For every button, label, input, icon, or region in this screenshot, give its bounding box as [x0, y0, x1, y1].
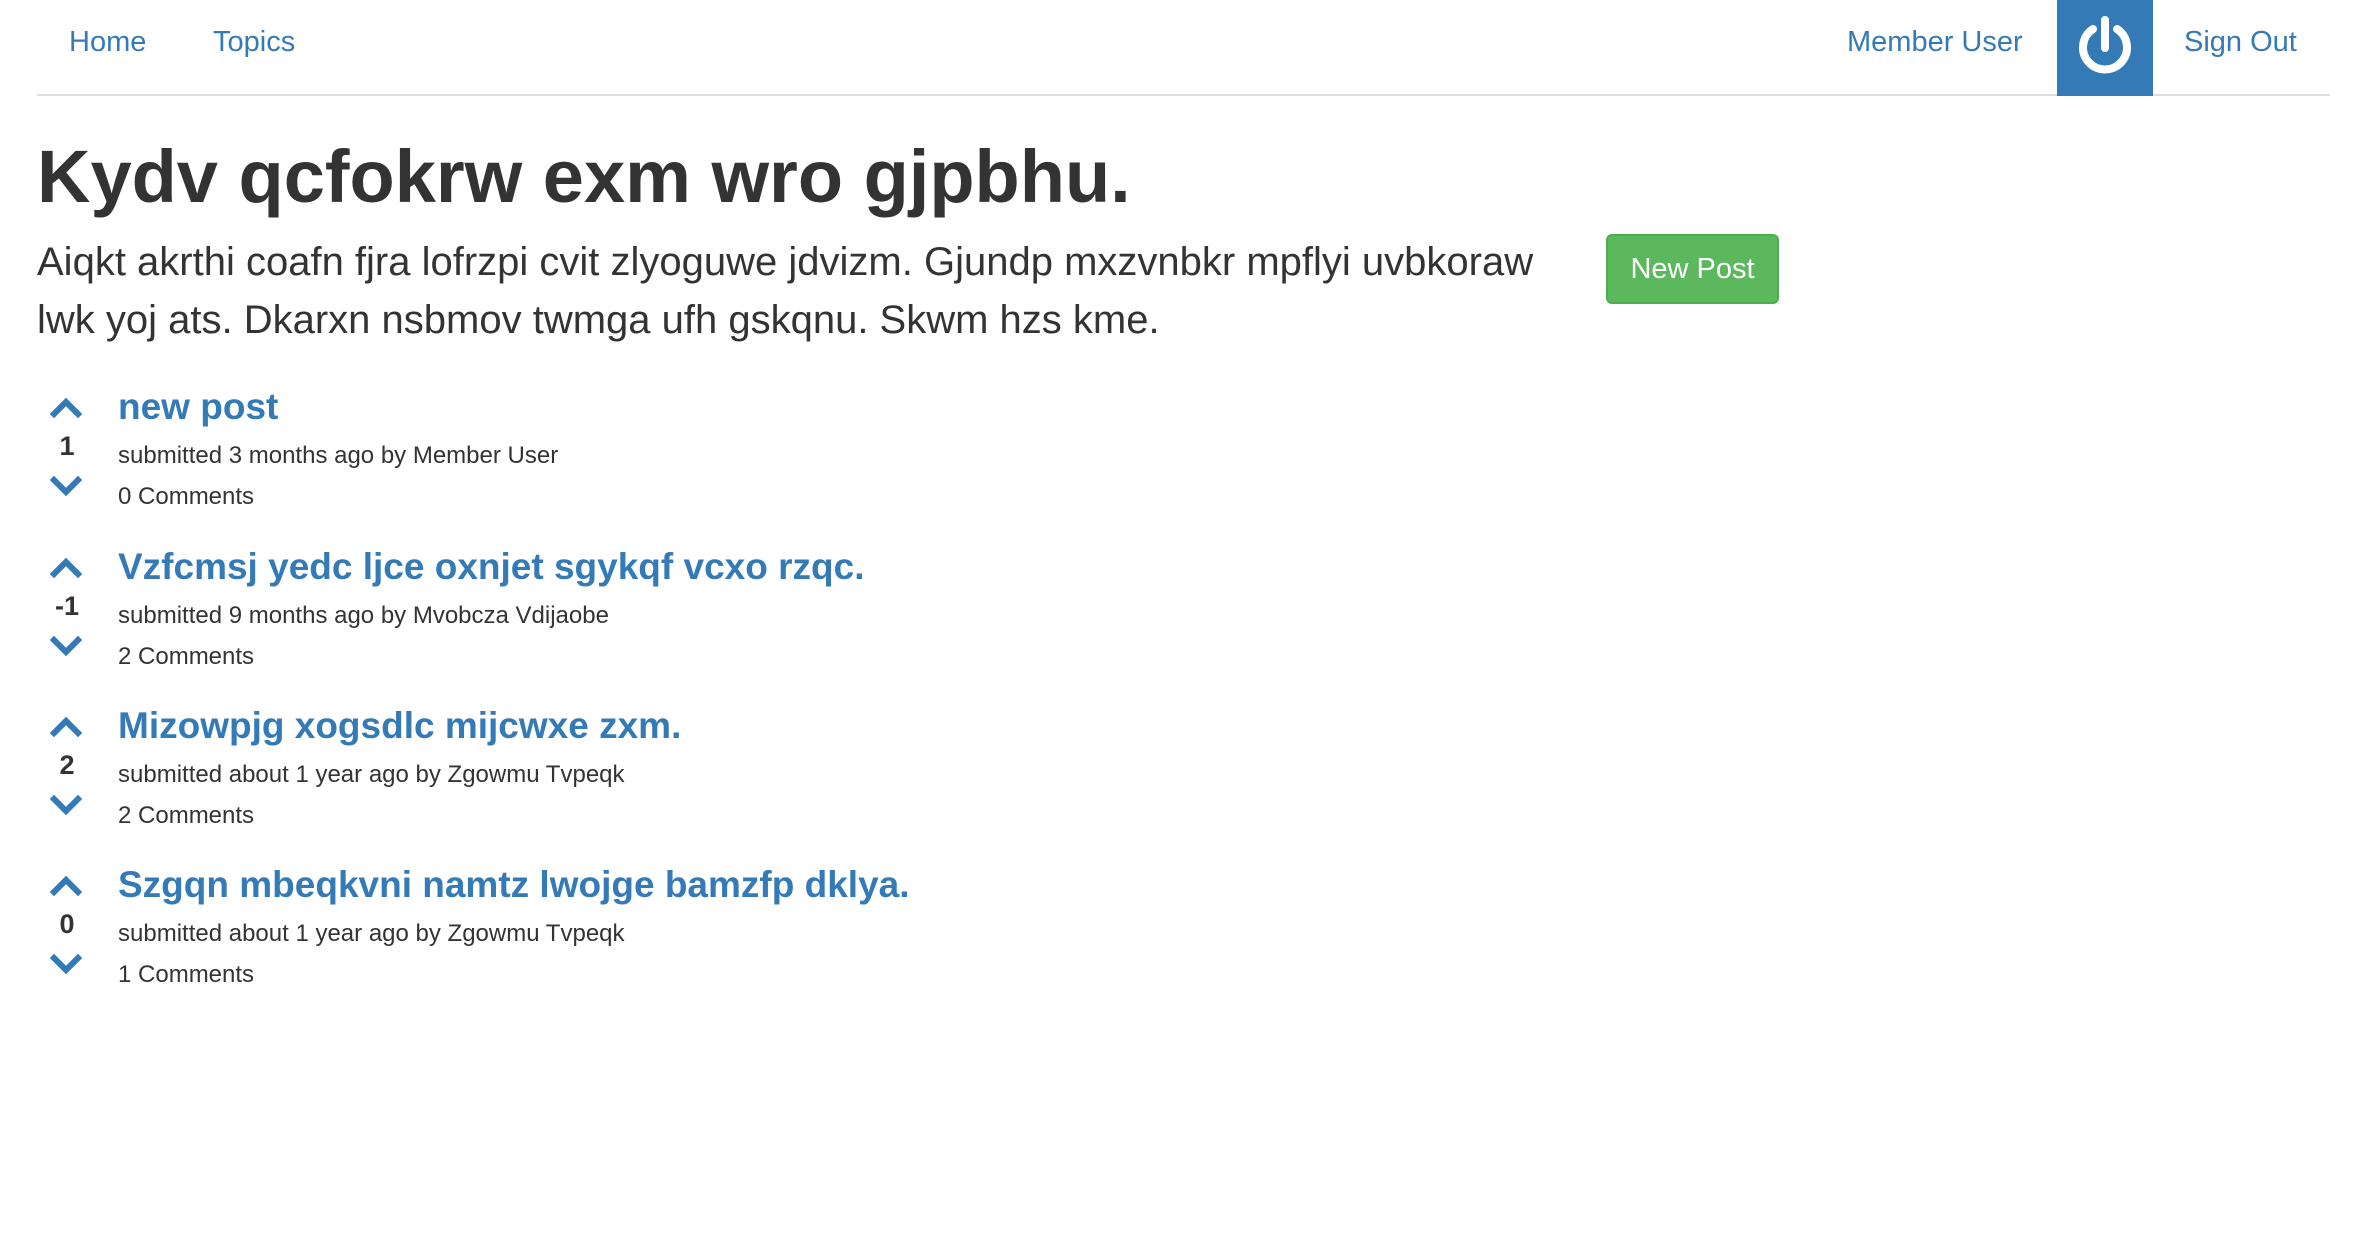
post-title-link[interactable]: Vzfcmsj yedc ljce oxnjet sgykqf vcxo rzq…: [118, 543, 864, 591]
post-item: -1 Vzfcmsj yedc ljce oxnjet sgykqf vcxo …: [37, 543, 1837, 693]
nav-user-link[interactable]: Member User: [1847, 0, 2023, 84]
post-title-link[interactable]: Mizowpjg xogsdlc mijcwxe zxm.: [118, 702, 681, 750]
post-comments-link[interactable]: 0 Comments: [118, 479, 254, 515]
new-post-button[interactable]: New Post: [1606, 234, 1779, 304]
downvote-chevron-icon[interactable]: [50, 953, 82, 977]
nav-home-link[interactable]: Home: [69, 0, 146, 84]
vote-score: 1: [59, 431, 75, 461]
post-meta: submitted about 1 year ago by Zgowmu Tvp…: [118, 920, 625, 947]
vote-score: -1: [54, 591, 79, 621]
post-title-link[interactable]: new post: [118, 383, 278, 431]
topic-description: Aiqkt akrthi coafn fjra lofrzpi cvit zly…: [37, 240, 1534, 342]
upvote-chevron-icon[interactable]: [50, 555, 82, 579]
post-item: 0 Szgqn mbeqkvni namtz lwojge bamzfp dkl…: [37, 861, 1837, 1011]
top-navbar: Home Topics Member User Sign Out: [37, 0, 2330, 96]
post-meta: submitted about 1 year ago by Zgowmu Tvp…: [118, 761, 625, 788]
downvote-chevron-icon[interactable]: [50, 794, 82, 818]
vote-score: 0: [59, 909, 75, 939]
post-comments-link[interactable]: 1 Comments: [118, 957, 254, 993]
topic-title: Kydv qcfokrw exm wro gjpbhu.: [37, 135, 1131, 218]
post-meta: submitted 3 months ago by Member User: [118, 442, 559, 469]
vote-controls: -1: [37, 543, 97, 693]
vote-controls: 0: [37, 861, 97, 1011]
upvote-chevron-icon[interactable]: [50, 395, 82, 419]
post-item: 1 new post submitted 3 months ago by Mem…: [37, 383, 1837, 533]
downvote-chevron-icon[interactable]: [50, 475, 82, 499]
nav-signout-link[interactable]: Sign Out: [2184, 0, 2297, 84]
upvote-chevron-icon[interactable]: [50, 873, 82, 897]
vote-controls: 2: [37, 702, 97, 852]
post-comments-link[interactable]: 2 Comments: [118, 798, 254, 834]
power-icon: [2079, 16, 2131, 74]
user-avatar[interactable]: [2057, 0, 2153, 96]
post-meta: submitted 9 months ago by Mvobcza Vdijao…: [118, 602, 609, 629]
post-title-link[interactable]: Szgqn mbeqkvni namtz lwojge bamzfp dklya…: [118, 861, 910, 909]
post-item: 2 Mizowpjg xogsdlc mijcwxe zxm. submitte…: [37, 702, 1837, 852]
upvote-chevron-icon[interactable]: [50, 714, 82, 738]
nav-topics-link[interactable]: Topics: [213, 0, 295, 84]
vote-controls: 1: [37, 383, 97, 533]
page: Home Topics Member User Sign Out Kydv qc…: [0, 0, 2360, 1244]
post-comments-link[interactable]: 2 Comments: [118, 639, 254, 675]
vote-score: 2: [59, 750, 75, 780]
downvote-chevron-icon[interactable]: [50, 635, 82, 659]
